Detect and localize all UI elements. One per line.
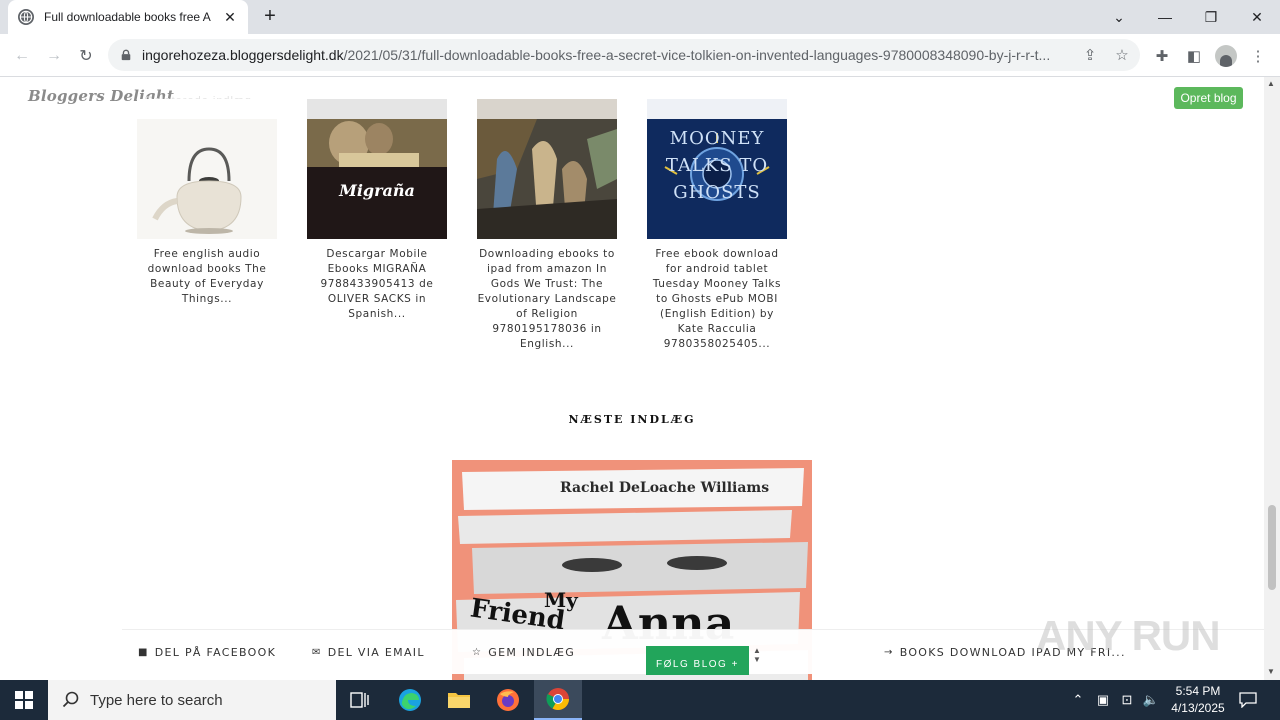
- arrow-right-icon: →: [884, 647, 894, 658]
- taskbar-clock[interactable]: 5:54 PM 4/13/2025: [1160, 683, 1236, 717]
- painting-cover-image[interactable]: [477, 119, 617, 239]
- browser-toolbar: ← → ↻ ingorehozeza.bloggersdelight.dk/20…: [0, 34, 1280, 77]
- create-blog-button[interactable]: Opret blog: [1174, 87, 1243, 109]
- chrome-icon[interactable]: [534, 680, 582, 720]
- related-post[interactable]: Downloading ebooks to ipad from amazon I…: [477, 99, 617, 352]
- extensions-icon[interactable]: ✚: [1150, 44, 1174, 68]
- task-view-icon[interactable]: [336, 680, 384, 720]
- watermark: ANY RUN: [1036, 612, 1221, 659]
- notifications-icon[interactable]: [1236, 680, 1260, 720]
- url-host: ingorehozeza.bloggersdelight.dk: [142, 47, 344, 63]
- migrana-cover-title: Migraña: [339, 181, 415, 200]
- cover-author: Rachel DeLoache Williams: [560, 480, 770, 496]
- file-explorer-icon[interactable]: [435, 680, 483, 720]
- restore-button[interactable]: ❐: [1188, 0, 1234, 34]
- tab-search-icon[interactable]: ⌄: [1096, 0, 1142, 34]
- volume-icon[interactable]: 🔈: [1140, 680, 1162, 720]
- profile-icon[interactable]: [1214, 44, 1238, 68]
- facebook-icon: ■: [138, 647, 149, 658]
- forward-button[interactable]: →: [40, 42, 68, 70]
- close-tab-icon[interactable]: ✕: [222, 9, 238, 26]
- lock-icon[interactable]: [120, 48, 134, 62]
- reload-button[interactable]: ↻: [72, 42, 100, 70]
- share-icon[interactable]: ⇪: [1080, 45, 1100, 65]
- tray-chevron-icon[interactable]: ⌃: [1068, 680, 1088, 720]
- bookmark-star-icon[interactable]: ☆: [1112, 45, 1132, 65]
- mail-icon: ✉: [312, 647, 322, 658]
- share-email-button[interactable]: ✉ DEL VIA EMAIL: [312, 646, 425, 659]
- related-post-caption[interactable]: Downloading ebooks to ipad from amazon I…: [477, 247, 617, 352]
- meet-now-icon[interactable]: ▣: [1092, 680, 1114, 720]
- clock-time: 5:54 PM: [1175, 684, 1221, 698]
- page-scrollbar[interactable]: ▲ ▼: [1264, 77, 1280, 680]
- start-button[interactable]: [0, 680, 48, 720]
- menu-icon[interactable]: ⋮: [1246, 44, 1270, 68]
- scrollbar-thumb[interactable]: [1268, 505, 1276, 590]
- firefox-icon[interactable]: [484, 680, 532, 720]
- save-post-label: GEM INDLÆG: [488, 646, 576, 659]
- minimize-button[interactable]: —: [1142, 0, 1188, 34]
- related-post[interactable]: Migraña Descargar Mobile Ebooks MIGRAÑA …: [307, 99, 447, 322]
- close-window-button[interactable]: ✕: [1234, 0, 1280, 34]
- related-post[interactable]: Free english audio download books The Be…: [137, 99, 277, 307]
- scroll-spinner-icon[interactable]: ▲ ▼: [750, 646, 764, 666]
- scroll-down-icon[interactable]: ▼: [1267, 667, 1275, 676]
- teapot-image[interactable]: [137, 119, 277, 239]
- save-post-button[interactable]: ☆ GEM INDLÆG: [472, 646, 575, 659]
- globe-icon: [18, 9, 34, 25]
- back-button[interactable]: ←: [8, 42, 36, 70]
- mooney-cover-image[interactable]: MOONEY TALKS TO GHOSTS: [647, 119, 787, 239]
- taskbar-search[interactable]: Type here to search: [48, 680, 336, 720]
- migrana-cover-image[interactable]: Migraña: [307, 119, 447, 239]
- related-post-caption[interactable]: Descargar Mobile Ebooks MIGRAÑA 97884339…: [307, 247, 447, 322]
- windows-logo-icon: [15, 691, 33, 709]
- url-text[interactable]: ingorehozeza.bloggersdelight.dk/2021/05/…: [142, 47, 1072, 63]
- network-icon[interactable]: ⊡: [1116, 680, 1138, 720]
- share-email-label: DEL VIA EMAIL: [327, 646, 425, 659]
- related-post[interactable]: MOONEY TALKS TO GHOSTS Free ebook downlo…: [647, 99, 787, 352]
- mooney-cover-title: MOONEY TALKS TO GHOSTS: [665, 128, 769, 203]
- follow-blog-button[interactable]: FØLG BLOG +: [646, 646, 749, 675]
- share-facebook-label: DEL PÅ FACEBOOK: [154, 646, 277, 659]
- address-bar[interactable]: ingorehozeza.bloggersdelight.dk/2021/05/…: [108, 39, 1140, 71]
- search-icon: [62, 691, 79, 708]
- web-page: Bloggers Delight Relaterede indlæg Opret…: [0, 77, 1264, 680]
- taskbar-search-placeholder: Type here to search: [90, 691, 223, 709]
- windows-taskbar: Type here to search ⌃ ▣ ⊡ 🔈 5:54 PM 4/13…: [0, 680, 1280, 720]
- related-post-caption[interactable]: Free ebook download for android tablet T…: [647, 247, 787, 352]
- related-post-caption[interactable]: Free english audio download books The Be…: [137, 247, 277, 307]
- clock-date: 4/13/2025: [1171, 701, 1225, 715]
- tab-strip: Full downloadable books free A ✕ + ⌄ — ❐…: [0, 0, 1280, 34]
- next-post-label: NÆSTE INDLÆG: [568, 413, 696, 426]
- tab-title: Full downloadable books free A: [44, 10, 211, 24]
- scroll-up-icon[interactable]: ▲: [1267, 79, 1275, 88]
- url-path: /2021/05/31/full-downloadable-books-free…: [343, 47, 1051, 63]
- browser-tab[interactable]: Full downloadable books free A ✕: [8, 0, 248, 34]
- edge-icon[interactable]: [386, 680, 434, 720]
- share-facebook-button[interactable]: ■ DEL PÅ FACEBOOK: [138, 646, 276, 659]
- star-icon: ☆: [472, 647, 483, 658]
- new-tab-button[interactable]: +: [258, 5, 282, 29]
- side-panel-icon[interactable]: ◧: [1182, 44, 1206, 68]
